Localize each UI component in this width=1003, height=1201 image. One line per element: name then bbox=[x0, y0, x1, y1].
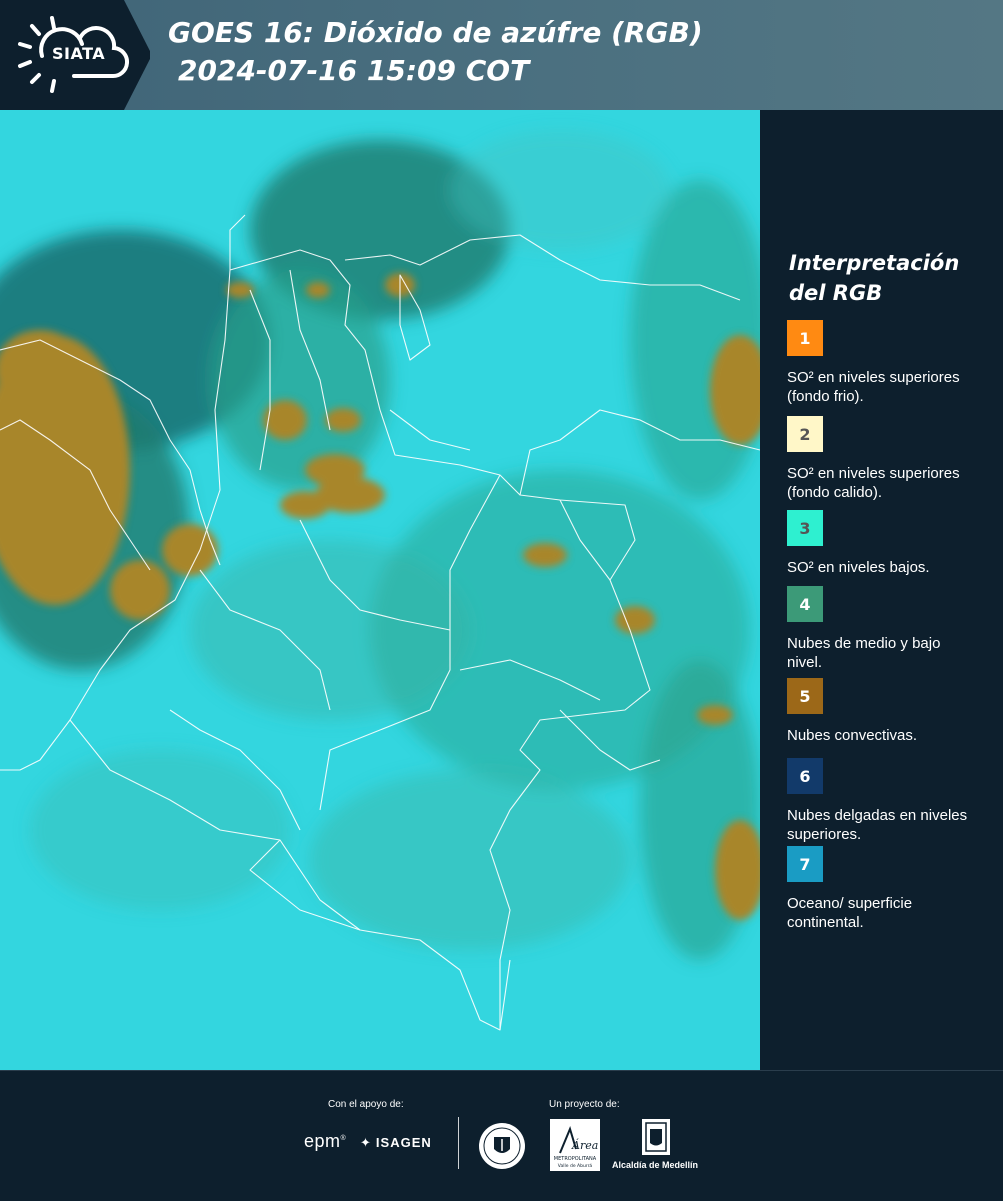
legend-label: Oceano/ superficie continental. bbox=[787, 895, 913, 931]
legend-label: Nubes de medio y bajo nivel. bbox=[787, 635, 941, 671]
legend-swatch: 5 bbox=[787, 678, 823, 714]
legend-swatch: 6 bbox=[787, 758, 823, 794]
legend-item-6: 6 Nubes delgadas en niveles superiores. bbox=[787, 758, 987, 844]
alcaldia-text: Alcaldía de Medellín bbox=[612, 1160, 699, 1170]
isagen-logo-text: ISAGEN bbox=[375, 1135, 432, 1150]
legend-panel: Interpretación del RGB 1 SO² en niveles s… bbox=[760, 110, 1003, 1070]
area-logo-sub2: Valle de Aburrá bbox=[558, 1162, 593, 1169]
legend-swatch: 7 bbox=[787, 846, 823, 882]
siata-logo-text: SIATA bbox=[52, 44, 106, 63]
legend-label: Nubes delgadas en niveles superiores. bbox=[787, 807, 968, 843]
epm-logo[interactable]: epm® bbox=[304, 1131, 346, 1152]
legend-swatch: 4 bbox=[787, 586, 823, 622]
medellin-seal-icon[interactable] bbox=[477, 1121, 527, 1171]
legend-swatch: 1 bbox=[787, 320, 823, 356]
header-bar: SIATA GOES 16: Dióxido de azúfre (RGB) 2… bbox=[0, 0, 1003, 110]
satellite-map[interactable] bbox=[0, 110, 760, 1070]
page-title: GOES 16: Dióxido de azúfre (RGB) 2024-07… bbox=[168, 14, 703, 90]
area-logo-icon: Área METROPOLITANA Valle de Aburrá bbox=[550, 1119, 600, 1171]
title-product: GOES 16: Dióxido de azúfre (RGB) bbox=[168, 16, 703, 49]
legend-label: Nubes convectivas. bbox=[787, 727, 918, 744]
footer: Con el apoyo de: Un proyecto de: epm® ✦ I… bbox=[0, 1070, 1003, 1201]
epm-logo-text: epm bbox=[304, 1131, 341, 1151]
support-label: Con el apoyo de: bbox=[328, 1099, 404, 1110]
legend-item-3: 3 SO² en niveles bajos. bbox=[787, 510, 987, 577]
legend-title: Interpretación del RGB bbox=[789, 251, 960, 305]
area-logo-sub1: METROPOLITANA bbox=[554, 1156, 597, 1162]
project-label: Un proyecto de: bbox=[549, 1099, 620, 1110]
area-logo-label: Área bbox=[571, 1138, 598, 1152]
legend-label: SO² en niveles bajos. bbox=[787, 559, 930, 576]
legend-label: SO² en niveles superiores (fondo calido)… bbox=[787, 465, 960, 501]
footer-divider bbox=[458, 1117, 459, 1169]
alcaldia-shield-icon[interactable] bbox=[640, 1117, 672, 1157]
siata-logo[interactable]: SIATA bbox=[0, 0, 150, 110]
legend-label: SO² en niveles superiores (fondo frio). bbox=[787, 369, 960, 405]
legend-swatch: 2 bbox=[787, 416, 823, 452]
registered-mark-icon: ® bbox=[340, 1135, 347, 1142]
title-datetime: 2024-07-16 15:09 COT bbox=[178, 54, 530, 87]
legend-item-5: 5 Nubes convectivas. bbox=[787, 678, 987, 745]
legend-item-4: 4 Nubes de medio y bajo nivel. bbox=[787, 586, 987, 672]
legend-item-1: 1 SO² en niveles superiores (fondo frio). bbox=[787, 320, 987, 406]
legend-swatch: 3 bbox=[787, 510, 823, 546]
area-metropolitana-logo[interactable]: Área METROPOLITANA Valle de Aburrá bbox=[550, 1119, 600, 1171]
isagen-logo[interactable]: ✦ ISAGEN bbox=[360, 1135, 432, 1151]
map-canvas bbox=[0, 110, 760, 1070]
isagen-mark-icon: ✦ bbox=[360, 1135, 372, 1150]
legend-item-7: 7 Oceano/ superficie continental. bbox=[787, 846, 987, 932]
legend-item-2: 2 SO² en niveles superiores (fondo calido… bbox=[787, 416, 987, 502]
